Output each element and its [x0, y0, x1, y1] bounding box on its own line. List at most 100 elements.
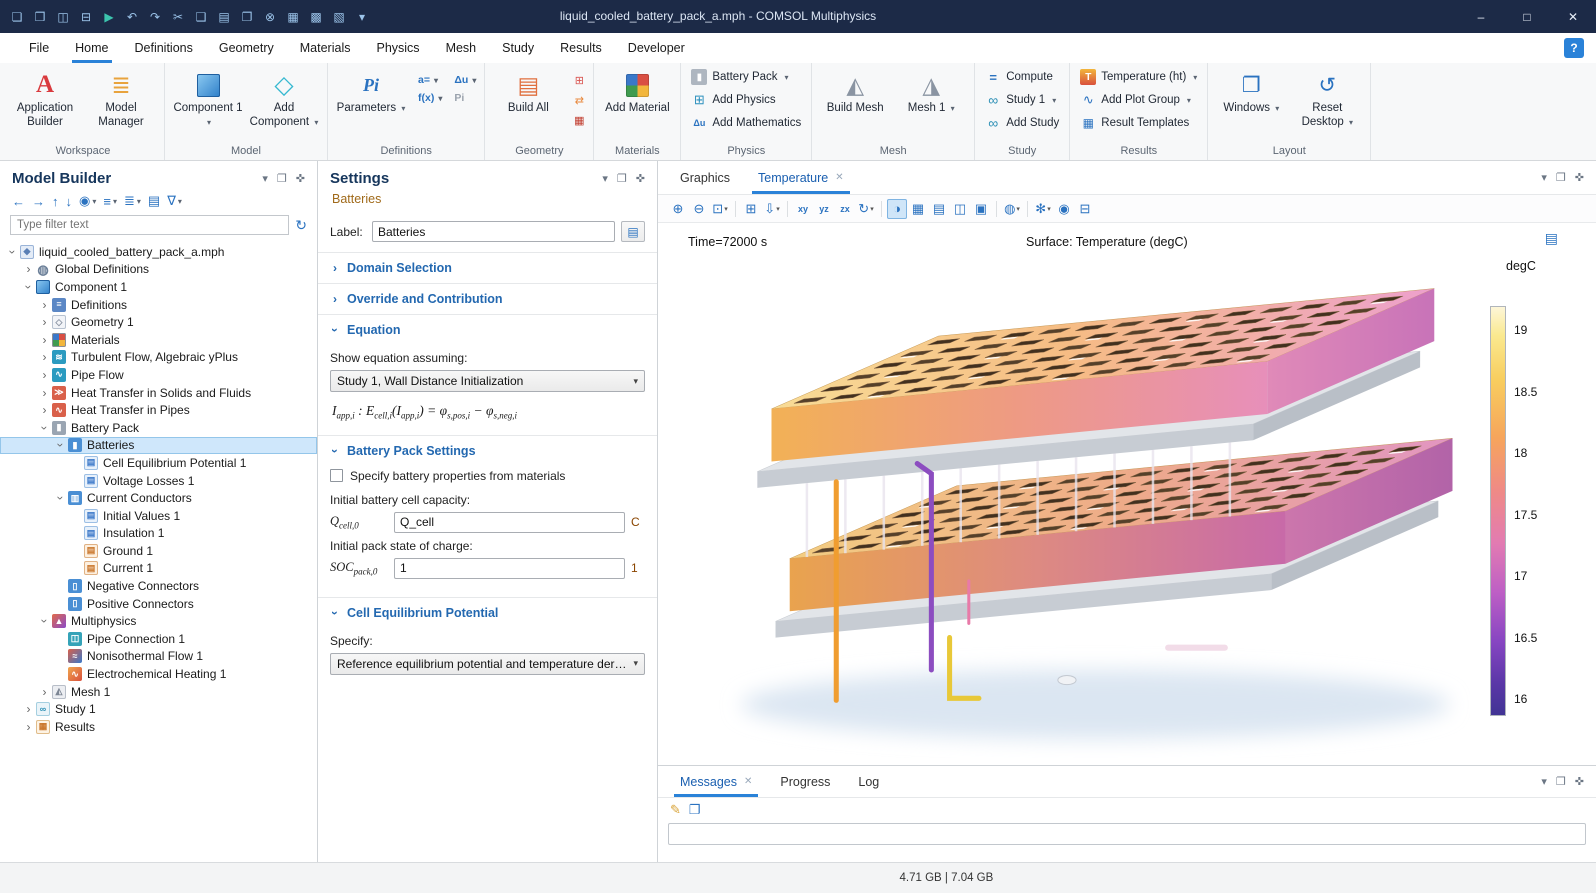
run-icon[interactable]: ▶	[98, 4, 120, 30]
cut-icon[interactable]: ✂	[167, 4, 189, 30]
expander-icon[interactable]: ›	[38, 315, 51, 329]
snapshot-icon[interactable]: ◉	[1054, 199, 1074, 219]
show-icon[interactable]: ◉▾	[77, 192, 98, 210]
view-xy-icon[interactable]: xy	[793, 199, 813, 219]
build-mesh-icon[interactable]: ▩	[305, 4, 327, 30]
parameters-button[interactable]: Pi Parameters ▾	[334, 67, 408, 116]
build-all-button[interactable]: ▤ Build All	[491, 67, 565, 116]
tree-item-heat-transfer-in-pipes[interactable]: ›∿Heat Transfer in Pipes	[0, 401, 317, 419]
panel-menu-icon[interactable]: ▾	[1541, 171, 1547, 184]
maximize-button[interactable]: □	[1504, 0, 1550, 33]
expander-icon[interactable]: ›	[22, 262, 35, 276]
menu-home[interactable]: Home	[62, 33, 121, 63]
tree-item-multiphysics[interactable]: ›▲Multiphysics	[0, 612, 317, 630]
refresh-icon[interactable]: ↻	[295, 217, 307, 234]
tree-item-geometry-1[interactable]: ›◇Geometry 1	[0, 313, 317, 331]
go-to-view-icon[interactable]: ⇩▾	[762, 199, 782, 219]
help-icon[interactable]: ?	[1564, 38, 1584, 58]
tree-item-materials[interactable]: ›Materials	[0, 331, 317, 349]
reset-desktop-button[interactable]: ↺ Reset Desktop ▾	[1290, 67, 1364, 130]
panel-menu-icon[interactable]: ▾	[602, 172, 608, 185]
minimize-button[interactable]: –	[1458, 0, 1504, 33]
compact-history-icon[interactable]: ⊟	[75, 4, 97, 30]
plot-icon[interactable]: ▧	[328, 4, 350, 30]
expander-icon[interactable]: ›	[38, 615, 52, 628]
tree-item-nonisothermal-flow-1[interactable]: ≈Nonisothermal Flow 1	[0, 648, 317, 666]
plot-settings-icon[interactable]: ▤	[1545, 230, 1558, 247]
node-order-icon[interactable]: ≣▾	[122, 192, 143, 210]
menu-mesh[interactable]: Mesh	[433, 33, 490, 63]
duplicate-icon[interactable]: ❐	[236, 4, 258, 30]
close-button[interactable]: ✕	[1550, 0, 1596, 33]
nonlocal-couplings-button[interactable]: Δu▾	[452, 73, 478, 87]
save-icon[interactable]: ◫	[52, 4, 74, 30]
section-cell-equilibrium-potential[interactable]: › Cell Equilibrium Potential	[318, 598, 657, 628]
windows-button[interactable]: ❐ Windows ▾	[1214, 67, 1288, 116]
menu-study[interactable]: Study	[489, 33, 547, 63]
export-icon[interactable]: ▦	[571, 112, 587, 128]
expander-icon[interactable]: ›	[38, 421, 52, 434]
variables-button[interactable]: a=▾	[416, 73, 444, 87]
insert-sequence-icon[interactable]: ⊞	[571, 72, 587, 88]
show-grid-icon[interactable]: ▤	[929, 199, 949, 219]
scene-light-icon[interactable]: ◑	[887, 199, 907, 219]
zoom-box-icon[interactable]: ⊡▾	[710, 199, 730, 219]
copy-text-icon[interactable]: ❐	[689, 802, 701, 818]
component-1-button[interactable]: Component 1 ▾	[171, 67, 245, 130]
new-icon[interactable]: ❏	[6, 4, 28, 30]
panel-pin-icon[interactable]: ✜	[636, 172, 645, 185]
expander-icon[interactable]: ›	[38, 350, 51, 364]
tree-item-pipe-flow[interactable]: ›∿Pipe Flow	[0, 366, 317, 384]
menu-definitions[interactable]: Definitions	[122, 33, 206, 63]
tree-item-mesh-1[interactable]: ›◭Mesh 1	[0, 683, 317, 701]
menu-geometry[interactable]: Geometry	[206, 33, 287, 63]
open-icon[interactable]: ❒	[29, 4, 51, 30]
redo-icon[interactable]: ↷	[144, 4, 166, 30]
graphics-canvas[interactable]: Time=72000 s Surface: Temperature (degC)…	[658, 223, 1596, 765]
update-plot-icon[interactable]: ✻▾	[1033, 199, 1053, 219]
customize-toolbar-icon[interactable]: ▾	[351, 4, 373, 30]
expander-icon[interactable]: ›	[38, 333, 51, 347]
zoom-extents-icon[interactable]: ⊞	[741, 199, 761, 219]
panel-float-icon[interactable]: ❐	[1556, 775, 1566, 788]
tree-item-insulation-1[interactable]: ▤Insulation 1	[0, 525, 317, 543]
tree-item-initial-values-1[interactable]: ▤Initial Values 1	[0, 507, 317, 525]
tree-item-ground-1[interactable]: ▤Ground 1	[0, 542, 317, 560]
tree-item-study-1[interactable]: ›∞Study 1	[0, 700, 317, 718]
tree-item-cell-equilibrium-potential-1[interactable]: ▤Cell Equilibrium Potential 1	[0, 454, 317, 472]
undo-icon[interactable]: ↶	[121, 4, 143, 30]
add-plot-group-button[interactable]: ∿Add Plot Group▾	[1076, 90, 1195, 110]
rotate-view-icon[interactable]: ↻▾	[856, 199, 876, 219]
transparency-icon[interactable]: ◍▾	[1002, 199, 1022, 219]
temperature-plot-button[interactable]: TTemperature (ht)▾	[1076, 67, 1201, 87]
node-grid-icon[interactable]: ▤	[146, 192, 162, 210]
expander-icon[interactable]: ›	[38, 368, 51, 382]
panel-float-icon[interactable]: ❐	[277, 172, 287, 185]
tree-item-battery-pack[interactable]: ›▮Battery Pack	[0, 419, 317, 437]
panel-pin-icon[interactable]: ✜	[1575, 171, 1584, 184]
environment-reflections-icon[interactable]: ▦	[908, 199, 928, 219]
tree-item-turbulent-flow-algebraic-yplus[interactable]: ›≋Turbulent Flow, Algebraic yPlus	[0, 349, 317, 367]
messages-tab-messages[interactable]: Messages✕	[670, 766, 762, 797]
panel-float-icon[interactable]: ❐	[1556, 171, 1566, 184]
forward-icon[interactable]: →	[30, 193, 47, 210]
delete-icon[interactable]: ⊗	[259, 4, 281, 30]
panel-pin-icon[interactable]: ✜	[1575, 775, 1584, 788]
study-1-button[interactable]: ∞Study 1▾	[981, 90, 1060, 110]
menu-file[interactable]: File	[16, 33, 62, 63]
tree-item-definitions[interactable]: ›≡Definitions	[0, 296, 317, 314]
tree-item-electrochemical-heating-1[interactable]: ∿Electrochemical Heating 1	[0, 665, 317, 683]
print-icon[interactable]: ⊟	[1075, 199, 1095, 219]
model-manager-button[interactable]: ≣ Model Manager	[84, 67, 158, 130]
view-zx-icon[interactable]: zx	[835, 199, 855, 219]
close-tab-icon[interactable]: ✕	[744, 776, 752, 787]
tree-item-heat-transfer-in-solids-and-fluids[interactable]: ›≫Heat Transfer in Solids and Fluids	[0, 384, 317, 402]
copy-icon[interactable]: ❑	[190, 4, 212, 30]
battery-pack-button[interactable]: ▮Battery Pack▾	[687, 67, 792, 87]
specify-combo[interactable]: Reference equilibrium potential and temp…	[330, 653, 645, 675]
messages-tab-log[interactable]: Log	[848, 766, 889, 797]
panel-menu-icon[interactable]: ▾	[1541, 775, 1547, 788]
rename-icon[interactable]: ▤	[621, 221, 645, 242]
move-down-icon[interactable]: ↓	[64, 193, 75, 210]
close-tab-icon[interactable]: ✕	[835, 172, 843, 183]
